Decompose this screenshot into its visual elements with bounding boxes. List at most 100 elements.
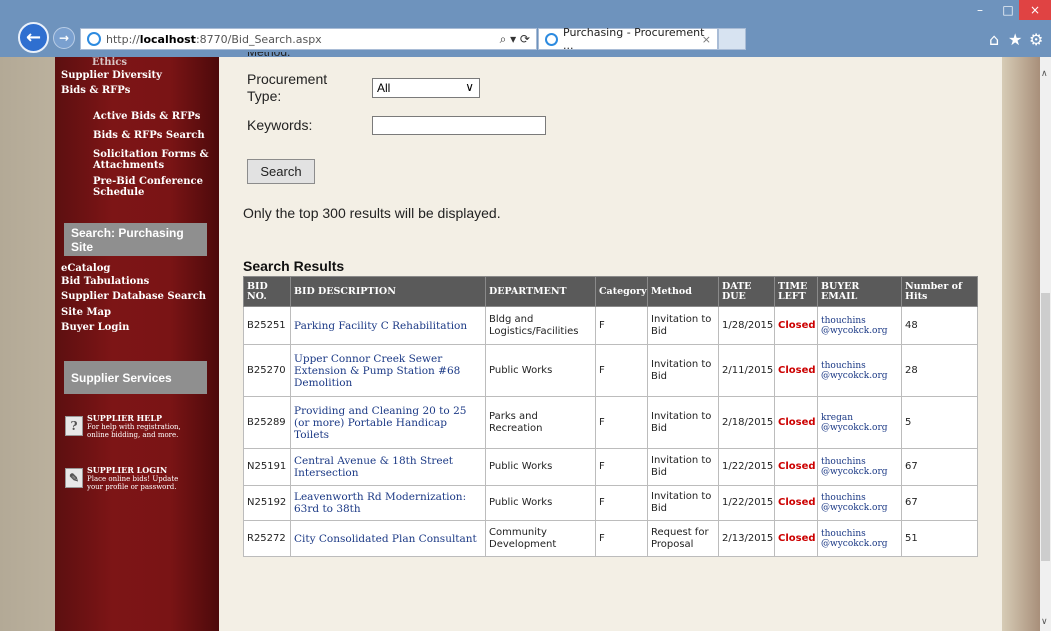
department: Public Works	[485, 448, 596, 486]
sidebar-link-active-bids[interactable]: Active Bids & RFPs	[93, 111, 200, 122]
vertical-scrollbar[interactable]: ∧ ∨	[1040, 57, 1051, 631]
sidebar-link-solicitation-forms[interactable]: Solicitation Forms &	[93, 149, 209, 160]
supplier-help-text-1: For help with registration,	[87, 423, 181, 431]
sidebar-link-buyer-login[interactable]: Buyer Login	[61, 322, 129, 333]
scroll-up-icon[interactable]: ∧	[1041, 69, 1048, 79]
search-button[interactable]: Search	[247, 159, 315, 184]
bid-description-link[interactable]: Central Avenue & 18th Street Intersectio…	[290, 448, 486, 486]
buyer-email-link[interactable]: thouchins @wycokck.org	[817, 520, 902, 557]
date-due: 2/13/2015	[718, 520, 775, 557]
edit-icon: ✎	[65, 468, 83, 488]
method: Invitation to Bid	[647, 485, 719, 521]
supplier-services-header: Supplier Services	[64, 361, 207, 394]
sidebar-link-bids-rfps[interactable]: Bids & RFPs	[61, 85, 130, 96]
column-header[interactable]: Number of Hits	[901, 276, 978, 307]
hits: 28	[901, 344, 978, 397]
method: Invitation to Bid	[647, 448, 719, 486]
category: F	[595, 485, 648, 521]
results-header-row: BID NO. BID DESCRIPTION DEPARTMENT Categ…	[243, 276, 978, 307]
supplier-login-text-2: your profile or password.	[87, 483, 177, 491]
sidebar-link-bid-tabulations[interactable]: Bid Tabulations	[61, 276, 149, 287]
column-header[interactable]: DATE DUE	[718, 276, 775, 307]
sidebar-link-schedule[interactable]: Schedule	[93, 187, 144, 198]
sidebar-link-supplier-db[interactable]: Supplier Database Search	[61, 291, 206, 302]
table-row: B25251 Parking Facility C Rehabilitation…	[243, 306, 978, 345]
tab-title: Purchasing - Procurement ...	[563, 26, 705, 52]
column-header[interactable]: TIME LEFT	[774, 276, 818, 307]
time-left: Closed	[774, 344, 818, 397]
sidebar-link-ethics[interactable]: Ethics	[92, 57, 127, 68]
sidebar-link-supplier-diversity[interactable]: Supplier Diversity	[61, 70, 162, 81]
sidebar-link-ecatalog[interactable]: eCatalog	[61, 263, 110, 274]
column-header[interactable]: BID DESCRIPTION	[290, 276, 486, 307]
column-header[interactable]: BID NO.	[243, 276, 291, 307]
supplier-help-link[interactable]: ? SUPPLIER HELP For help with registrati…	[65, 414, 210, 439]
buyer-email-link[interactable]: kregan @wycokck.org	[817, 396, 902, 449]
bid-description-link[interactable]: Upper Connor Creek Sewer Extension & Pum…	[290, 344, 486, 397]
new-tab-button[interactable]	[718, 28, 746, 50]
address-bar[interactable]: http://localhost:8770/Bid_Search.aspx ⌕ …	[80, 28, 537, 50]
right-background	[1002, 57, 1040, 631]
buyer-email-link[interactable]: thouchins @wycokck.org	[817, 344, 902, 397]
hits: 51	[901, 520, 978, 557]
column-header[interactable]: DEPARTMENT	[485, 276, 596, 307]
bid-description-link[interactable]: City Consolidated Plan Consultant	[290, 520, 486, 557]
supplier-login-link[interactable]: ✎ SUPPLIER LOGIN Place online bids! Upda…	[65, 466, 210, 491]
hits: 48	[901, 306, 978, 345]
buyer-email-link[interactable]: thouchins @wycokck.org	[817, 306, 902, 345]
scroll-down-icon[interactable]: ∨	[1041, 617, 1048, 627]
bid-description-link[interactable]: Leavenworth Rd Modernization: 63rd to 38…	[290, 485, 486, 521]
back-button[interactable]: ←	[18, 22, 49, 53]
bid-number: N25191	[243, 448, 291, 486]
bid-description-link[interactable]: Providing and Cleaning 20 to 25 (or more…	[290, 396, 486, 449]
search-results-title: Search Results	[243, 258, 345, 274]
department: Public Works	[485, 485, 596, 521]
method: Invitation to Bid	[647, 306, 719, 345]
browser-toolbar: ← → http://localhost:8770/Bid_Search.asp…	[0, 0, 1051, 57]
department: Bldg and Logistics/Facilities	[485, 306, 596, 345]
search-purchasing-header: Search: Purchasing Site	[64, 223, 207, 256]
browser-tab[interactable]: Purchasing - Procurement ... ×	[538, 26, 718, 52]
results-limit-notice: Only the top 300 results will be display…	[243, 205, 501, 221]
date-due: 1/22/2015	[718, 448, 775, 486]
date-due: 2/18/2015	[718, 396, 775, 449]
procurement-type-label: Procurement Type:	[247, 71, 328, 104]
column-header[interactable]: Method	[647, 276, 719, 307]
bid-description-link[interactable]: Parking Facility C Rehabilitation	[290, 306, 486, 345]
buyer-email-link[interactable]: thouchins @wycokck.org	[817, 485, 902, 521]
supplier-help-text-2: online bidding, and more.	[87, 431, 179, 439]
keywords-label: Keywords:	[247, 117, 313, 133]
procurement-type-select[interactable]: All ∨	[372, 78, 480, 98]
category: F	[595, 396, 648, 449]
column-header[interactable]: Category	[595, 276, 648, 307]
gear-icon[interactable]: ⚙	[1029, 30, 1043, 49]
minimize-button[interactable]: –	[966, 0, 994, 20]
time-left: Closed	[774, 520, 818, 557]
tab-favicon-icon	[545, 32, 558, 46]
supplier-help-title: SUPPLIER HELP	[87, 413, 162, 423]
scroll-thumb[interactable]	[1041, 293, 1050, 561]
hits: 5	[901, 396, 978, 449]
table-row: N25191 Central Avenue & 18th Street Inte…	[243, 448, 978, 486]
keywords-input[interactable]	[372, 116, 546, 135]
date-due: 1/22/2015	[718, 485, 775, 521]
maximize-button[interactable]: □	[994, 0, 1022, 20]
close-window-button[interactable]: ×	[1019, 0, 1051, 20]
table-row: R25272 City Consolidated Plan Consultant…	[243, 520, 978, 557]
date-due: 1/28/2015	[718, 306, 775, 345]
forward-button[interactable]: →	[53, 27, 75, 49]
tab-close-icon[interactable]: ×	[702, 33, 711, 46]
sidebar-link-pre-bid[interactable]: Pre-Bid Conference	[93, 176, 203, 187]
address-controls[interactable]: ⌕ ▾ ⟳	[500, 32, 530, 47]
buyer-email-link[interactable]: thouchins @wycokck.org	[817, 448, 902, 486]
hits: 67	[901, 485, 978, 521]
sidebar-link-bids-search[interactable]: Bids & RFPs Search	[93, 130, 205, 141]
home-icon[interactable]: ⌂	[989, 30, 999, 49]
table-row: N25192 Leavenworth Rd Modernization: 63r…	[243, 485, 978, 521]
column-header[interactable]: BUYER EMAIL	[817, 276, 902, 307]
favorites-icon[interactable]: ★	[1008, 30, 1022, 49]
sidebar-link-attachments[interactable]: Attachments	[93, 160, 164, 171]
date-due: 2/11/2015	[718, 344, 775, 397]
sidebar-link-site-map[interactable]: Site Map	[61, 307, 111, 318]
time-left: Closed	[774, 396, 818, 449]
